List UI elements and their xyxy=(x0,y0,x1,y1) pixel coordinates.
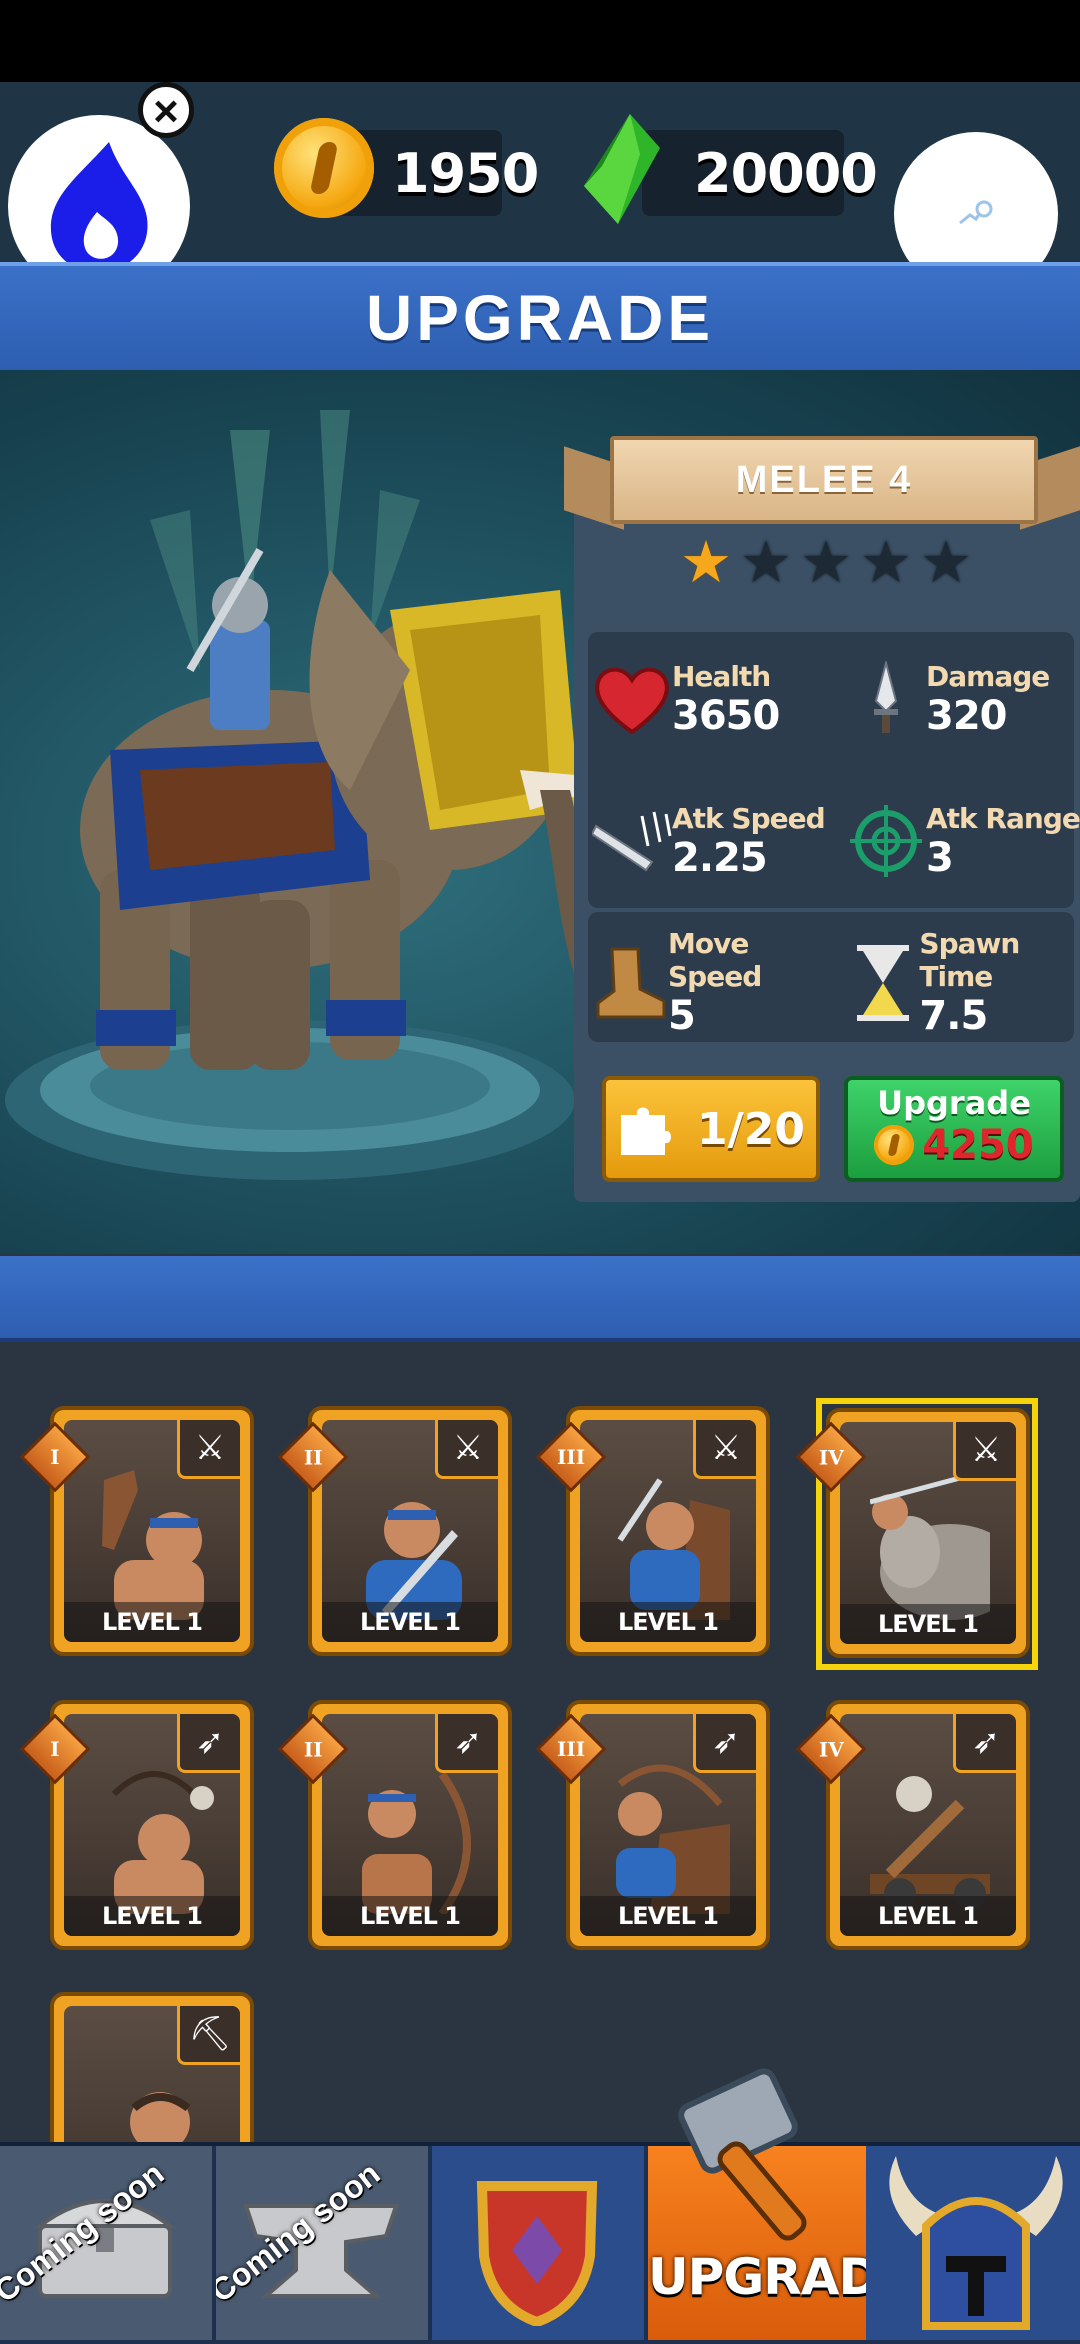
hammer-icon xyxy=(678,2068,807,2241)
unit-card-ranged-2[interactable]: ➶ LEVEL 1 xyxy=(308,1700,512,1950)
unit-name: MELEE 4 xyxy=(735,458,913,501)
stat-value: 3650 xyxy=(672,692,780,739)
unit-card-melee-3[interactable]: ⚔ LEVEL 1 xyxy=(566,1406,770,1656)
gem-counter: 20000 xyxy=(642,130,878,216)
stat-health: Health 3650 xyxy=(592,640,832,758)
bow-icon: ➶ xyxy=(693,1714,756,1773)
catapult-portrait xyxy=(870,1776,990,1910)
stat-label: Health xyxy=(672,659,771,693)
shards-count: 1/20 xyxy=(697,1103,805,1155)
stat-value: 5 xyxy=(668,993,696,1039)
star-icon-empty: ★ xyxy=(860,530,912,595)
unit-card-ranged-1[interactable]: ➶ LEVEL 1 xyxy=(50,1700,254,1950)
star-icon-empty: ★ xyxy=(920,530,972,595)
crosshair-icon xyxy=(846,801,926,881)
shards-button[interactable]: 1/20 xyxy=(602,1076,820,1182)
stat-label: Spawn Time xyxy=(919,927,1020,993)
card-level: LEVEL 1 xyxy=(322,1602,498,1642)
stat-value: 320 xyxy=(926,692,1008,739)
gem-value: 20000 xyxy=(694,141,878,205)
nav-battle-tab[interactable] xyxy=(432,2146,648,2340)
slinger-portrait xyxy=(111,1771,214,1914)
star-icon-empty: ★ xyxy=(800,530,852,595)
stat-atk-speed: Atk Speed 2.25 xyxy=(592,782,832,900)
stat-value: 7.5 xyxy=(919,993,988,1039)
stat-label: Move Speed xyxy=(668,927,762,993)
bow-icon: ➶ xyxy=(953,1714,1016,1773)
coin-icon xyxy=(274,118,374,218)
upgrade-button[interactable]: Upgrade 4250 xyxy=(844,1076,1064,1182)
card-level: LEVEL 1 xyxy=(322,1896,498,1936)
card-level: LEVEL 1 xyxy=(64,1896,240,1936)
boot-icon xyxy=(592,943,668,1023)
stat-spawn-time: Spawn Time 7.5 xyxy=(846,924,1080,1042)
coin-value: 1950 xyxy=(392,141,539,205)
bow-icon: ➶ xyxy=(177,1714,240,1773)
heart-icon xyxy=(592,659,672,739)
nav-upgrade-tab[interactable]: UPGRADE xyxy=(648,2068,913,2340)
status-bar xyxy=(0,0,1080,82)
unit-name-ribbon: MELEE 4 xyxy=(560,436,1080,530)
upgrade-label: Upgrade xyxy=(877,1084,1031,1122)
cavalry-portrait xyxy=(617,1478,730,1620)
stat-label: Damage xyxy=(926,659,1050,693)
crossed-swords-icon: ⚔ xyxy=(953,1422,1016,1481)
fire-icon xyxy=(50,142,148,273)
stat-damage: Damage 320 xyxy=(846,640,1080,758)
unit-card-melee-2[interactable]: ⚔ LEVEL 1 xyxy=(308,1406,512,1656)
stat-label: Atk Range xyxy=(926,801,1080,835)
crossed-swords-icon: ⚔ xyxy=(177,1420,240,1479)
section-divider xyxy=(0,1256,1080,1342)
stat-value: 3 xyxy=(926,834,954,881)
card-level: LEVEL 1 xyxy=(64,1602,240,1642)
clubman-portrait xyxy=(102,1470,204,1620)
pickaxe-icon: ⛏ xyxy=(177,2006,240,2065)
card-level: LEVEL 1 xyxy=(840,1896,1016,1936)
nav-heroes-tab[interactable] xyxy=(866,2146,1080,2340)
stat-label: Atk Speed xyxy=(672,801,826,835)
gem-icon xyxy=(584,114,660,224)
star-rating: ★ ★ ★ ★ ★ xyxy=(680,534,972,592)
swordsman-portrait xyxy=(366,1502,462,1620)
archer-portrait xyxy=(362,1771,471,1914)
unit-card-ranged-3[interactable]: ➶ LEVEL 1 xyxy=(566,1700,770,1950)
unit-card-melee-4[interactable]: ⚔ LEVEL 1 xyxy=(826,1408,1030,1658)
unit-card-ranged-4[interactable]: ➶ LEVEL 1 xyxy=(826,1700,1030,1950)
nav-anvil-tab[interactable]: Coming soon xyxy=(216,2146,432,2340)
dagger-icon xyxy=(846,659,926,739)
stat-move-speed: Move Speed 5 xyxy=(592,924,832,1042)
puzzle-piece-icon xyxy=(621,1107,672,1155)
crossed-swords-icon: ⚔ xyxy=(435,1420,498,1479)
viking-helmet-icon xyxy=(889,2156,1063,2330)
close-icon[interactable]: × xyxy=(138,82,194,138)
war-elephant-model xyxy=(5,410,600,1180)
star-icon-empty: ★ xyxy=(740,530,792,595)
card-level: LEVEL 1 xyxy=(840,1604,1016,1644)
stat-atk-range: Atk Range 3 xyxy=(846,782,1080,900)
swinging-sword-icon xyxy=(592,801,672,881)
horse-archer-portrait xyxy=(616,1764,730,1914)
nav-upgrade-label: UPGRADE xyxy=(648,2248,913,2306)
card-level: LEVEL 1 xyxy=(580,1896,756,1936)
upgrade-cost: 4250 xyxy=(922,1122,1034,1168)
war-elephant-portrait xyxy=(870,1475,990,1620)
title-banner: UPGRADE xyxy=(0,262,1080,374)
unit-card-melee-1[interactable]: ⚔ LEVEL 1 xyxy=(50,1406,254,1656)
stat-value: 2.25 xyxy=(672,834,768,881)
shield-icon xyxy=(476,2181,598,2326)
page-title: UPGRADE xyxy=(365,282,715,354)
crossed-swords-icon: ⚔ xyxy=(693,1420,756,1479)
star-icon-filled: ★ xyxy=(680,530,732,595)
bow-icon: ➶ xyxy=(435,1714,498,1773)
link-icon xyxy=(959,200,993,225)
hourglass-icon xyxy=(846,943,919,1023)
nav-chest-tab[interactable]: Coming soon xyxy=(0,2146,216,2340)
coin-icon xyxy=(874,1125,915,1165)
card-level: LEVEL 1 xyxy=(580,1602,756,1642)
